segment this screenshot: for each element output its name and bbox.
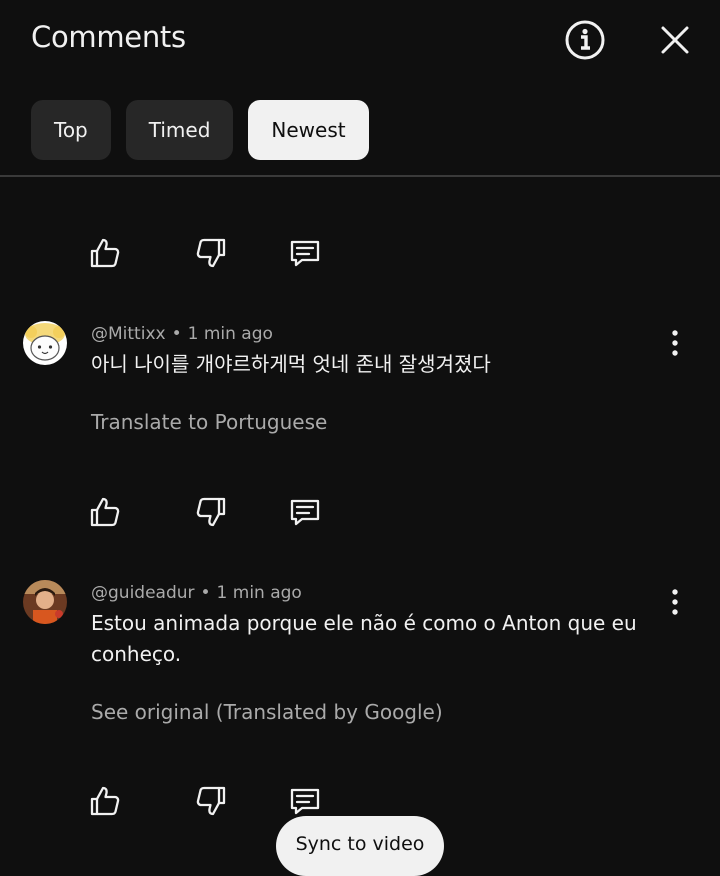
- avatar-image: [23, 580, 67, 624]
- thumbs-up-icon: [90, 497, 120, 527]
- dislike-button[interactable]: [194, 495, 228, 529]
- thumbs-down-icon: [196, 497, 226, 527]
- reply-icon: [290, 240, 320, 267]
- avatar[interactable]: [23, 321, 67, 365]
- sync-to-video-label: Sync to video: [295, 833, 425, 855]
- sync-to-video-button[interactable]: Sync to video: [276, 816, 444, 876]
- comment-menu-button[interactable]: [662, 587, 688, 617]
- comment-time: 1 min ago: [187, 324, 273, 344]
- chip-newest[interactable]: Newest: [248, 100, 369, 160]
- thumbs-down-icon: [196, 786, 226, 816]
- translate-link[interactable]: Translate to Portuguese: [91, 410, 327, 434]
- comment-meta: @guideadur • 1 min ago: [91, 583, 302, 603]
- chip-top[interactable]: Top: [31, 100, 111, 160]
- thumbs-up-icon: [90, 238, 120, 268]
- dislike-button[interactable]: [194, 236, 228, 270]
- info-button[interactable]: [563, 18, 607, 62]
- reply-button[interactable]: [288, 495, 322, 529]
- reply-icon: [290, 788, 320, 815]
- meta-separator: •: [200, 583, 211, 603]
- avatar[interactable]: [23, 580, 67, 624]
- header-divider: [0, 175, 720, 177]
- comment-author[interactable]: @guideadur: [91, 583, 195, 603]
- more-vert-icon: [672, 589, 678, 615]
- like-button[interactable]: [88, 495, 122, 529]
- see-original-link[interactable]: See original (Translated by Google): [91, 700, 443, 724]
- close-icon: [661, 26, 689, 54]
- comments-header: Comments: [0, 0, 720, 80]
- like-button[interactable]: [88, 784, 122, 818]
- comment-author[interactable]: @Mittixx: [91, 324, 166, 344]
- chip-timed[interactable]: Timed: [125, 100, 234, 160]
- reply-button[interactable]: [288, 236, 322, 270]
- dislike-button[interactable]: [194, 784, 228, 818]
- page-title: Comments: [31, 20, 186, 54]
- comment-actions: [88, 784, 394, 818]
- comment-actions: [88, 495, 394, 529]
- comment-time: 1 min ago: [216, 583, 302, 603]
- close-button[interactable]: [653, 18, 697, 62]
- comment-meta: @Mittixx • 1 min ago: [91, 324, 273, 344]
- info-icon: [565, 20, 605, 60]
- avatar-image: [23, 321, 67, 365]
- comment-text: Estou animada porque ele não é como o An…: [91, 611, 637, 666]
- comment-actions: [88, 236, 394, 270]
- like-button[interactable]: [88, 236, 122, 270]
- thumbs-down-icon: [196, 238, 226, 268]
- meta-separator: •: [171, 324, 182, 344]
- reply-button[interactable]: [288, 784, 322, 818]
- reply-icon: [290, 499, 320, 526]
- thumbs-up-icon: [90, 786, 120, 816]
- sort-chips: Top Timed Newest: [31, 100, 369, 160]
- more-vert-icon: [672, 330, 678, 356]
- comment-text: 아니 나이를 개야르하게먹 엇네 존내 잘생겨졌다: [91, 352, 491, 376]
- comment-menu-button[interactable]: [662, 328, 688, 358]
